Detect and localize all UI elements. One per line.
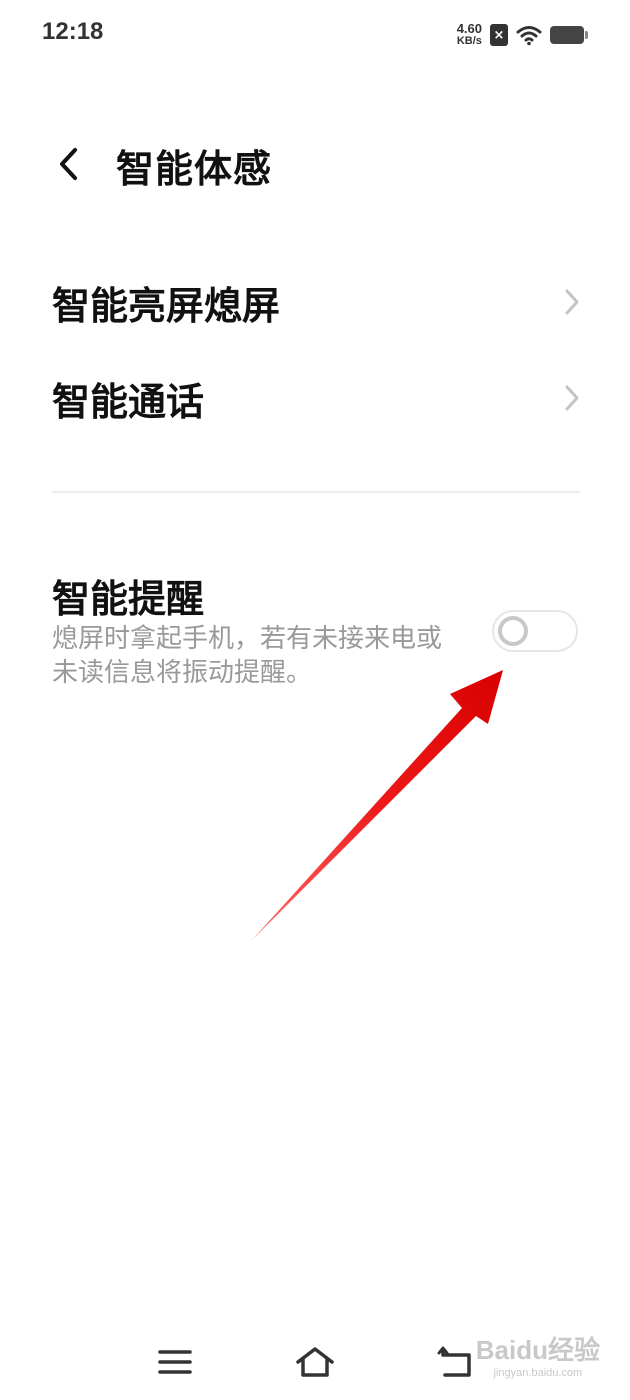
section-divider <box>52 491 580 493</box>
back-icon <box>437 1346 471 1377</box>
nav-menu-button[interactable] <box>150 1340 200 1384</box>
wifi-icon <box>516 26 542 46</box>
nav-home-button[interactable] <box>290 1340 340 1384</box>
network-speed-value: 4.60 <box>456 21 482 36</box>
smart-reminder-toggle[interactable] <box>492 610 578 652</box>
chevron-right-icon <box>565 289 579 315</box>
watermark-logo: Baidu经验 <box>475 1335 600 1365</box>
watermark: Baidu经验 jingyan.baidu.com <box>476 1330 600 1379</box>
network-speed-unit: KB/s <box>456 35 482 47</box>
screen: 12:18 4.60 KB/s × 智能体感 智能亮屏熄屏 智能通话 智能提醒 … <box>0 0 630 1400</box>
chevron-left-icon <box>60 148 77 180</box>
toggle-knob <box>498 616 528 646</box>
home-icon <box>296 1347 334 1377</box>
back-button[interactable] <box>44 140 92 188</box>
nav-back-button[interactable] <box>430 1340 480 1384</box>
battery-icon <box>550 25 588 45</box>
menu-item-label: 智能通话 <box>52 379 205 424</box>
menu-icon <box>158 1350 192 1374</box>
watermark-url: jingyan.baidu.com <box>493 1367 583 1379</box>
status-time: 12:18 <box>42 18 104 45</box>
status-icons: 4.60 KB/s × <box>457 20 588 50</box>
smart-reminder-description: 熄屏时拿起手机，若有未接来电或未读信息将振动提醒。 <box>52 624 443 688</box>
chevron-right-icon <box>565 385 579 411</box>
page-title: 智能体感 <box>116 147 273 191</box>
menu-item-label: 智能亮屏熄屏 <box>52 283 281 328</box>
sim-no-service-icon: × <box>490 24 508 46</box>
network-speed: 4.60 KB/s <box>456 21 482 47</box>
menu-item-smart-screen-on-off[interactable]: 智能亮屏熄屏 <box>52 262 582 342</box>
menu-item-smart-call[interactable]: 智能通话 <box>52 358 582 438</box>
annotation-arrow <box>252 670 503 940</box>
smart-reminder-title: 智能提醒 <box>52 577 205 621</box>
